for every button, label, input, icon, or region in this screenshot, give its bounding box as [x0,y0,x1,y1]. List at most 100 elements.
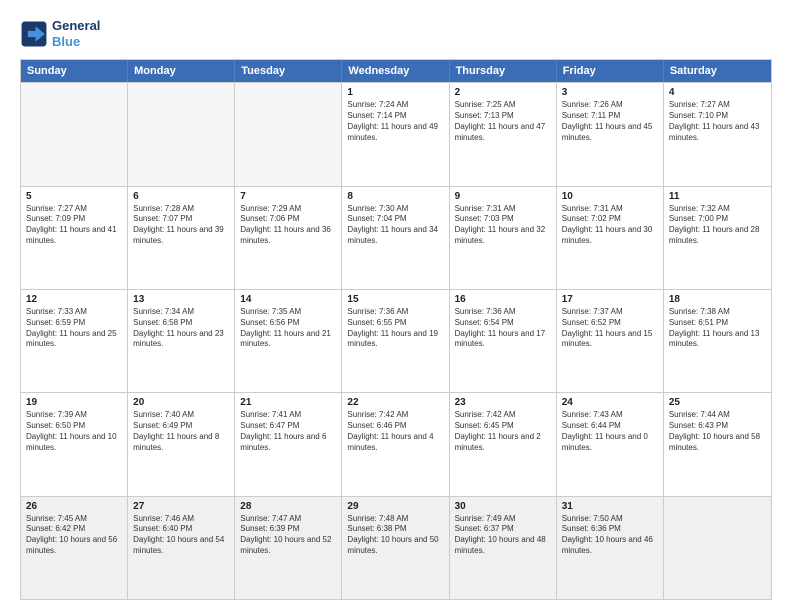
cell-info: Sunrise: 7:30 AMSunset: 7:04 PMDaylight:… [347,204,443,247]
cell-day-number: 20 [133,397,229,408]
cell-day-number: 7 [240,191,336,202]
calendar-cell: 13 Sunrise: 7:34 AMSunset: 6:58 PMDayligh… [128,290,235,392]
cell-day-number: 12 [26,294,122,305]
cell-day-number: 19 [26,397,122,408]
logo: General Blue [20,18,100,49]
cell-info: Sunrise: 7:36 AMSunset: 6:55 PMDaylight:… [347,307,443,350]
cell-day-number: 25 [669,397,766,408]
cell-day-number: 6 [133,191,229,202]
cell-day-number: 9 [455,191,551,202]
cell-info: Sunrise: 7:32 AMSunset: 7:00 PMDaylight:… [669,204,766,247]
calendar-cell: 2 Sunrise: 7:25 AMSunset: 7:13 PMDaylight… [450,83,557,185]
calendar-cell: 6 Sunrise: 7:28 AMSunset: 7:07 PMDaylight… [128,187,235,289]
cell-day-number: 26 [26,501,122,512]
cell-info: Sunrise: 7:29 AMSunset: 7:06 PMDaylight:… [240,204,336,247]
calendar-cell: 21Sunrise: 7:41 AMSunset: 6:47 PMDayligh… [235,393,342,495]
logo-text: General Blue [52,18,100,49]
cell-day-number: 15 [347,294,443,305]
cell-info: Sunrise: 7:27 AMSunset: 7:10 PMDaylight:… [669,100,766,143]
cell-info: Sunrise: 7:31 AMSunset: 7:02 PMDaylight:… [562,204,658,247]
calendar-cell: 5Sunrise: 7:27 AMSunset: 7:09 PMDaylight… [21,187,128,289]
cell-day-number: 24 [562,397,658,408]
cell-info: Sunrise: 7:25 AMSunset: 7:13 PMDaylight:… [455,100,551,143]
cell-day-number: 31 [562,501,658,512]
cell-day-number: 14 [240,294,336,305]
cell-info: Sunrise: 7:40 AMSunset: 6:49 PMDaylight:… [133,410,229,453]
cell-info: Sunrise: 7:45 AMSunset: 6:42 PMDaylight:… [26,514,122,557]
cell-info: Sunrise: 7:42 AMSunset: 6:45 PMDaylight:… [455,410,551,453]
cell-info: Sunrise: 7:31 AMSunset: 7:03 PMDaylight:… [455,204,551,247]
calendar-cell: 3Sunrise: 7:26 AMSunset: 7:11 PMDaylight… [557,83,664,185]
cell-info: Sunrise: 7:34 AMSunset: 6:58 PMDaylight:… [133,307,229,350]
cell-info: Sunrise: 7:24 AMSunset: 7:14 PMDaylight:… [347,100,443,143]
cell-day-number: 11 [669,191,766,202]
cell-day-number: 5 [26,191,122,202]
cell-day-number: 16 [455,294,551,305]
calendar-cell: 12 Sunrise: 7:33 AMSunset: 6:59 PMDayligh… [21,290,128,392]
day-header-sunday: Sunday [21,60,128,82]
day-headers: SundayMondayTuesdayWednesdayThursdayFrid… [21,60,771,82]
day-header-wednesday: Wednesday [342,60,449,82]
calendar-cell: 18 Sunrise: 7:38 AMSunset: 6:51 PMDayligh… [664,290,771,392]
calendar-cell: 15 Sunrise: 7:36 AMSunset: 6:55 PMDayligh… [342,290,449,392]
cell-info: Sunrise: 7:50 AMSunset: 6:36 PMDaylight:… [562,514,658,557]
cell-day-number: 10 [562,191,658,202]
cell-day-number: 18 [669,294,766,305]
day-header-monday: Monday [128,60,235,82]
logo-icon [20,20,48,48]
cell-day-number: 22 [347,397,443,408]
cell-day-number: 2 [455,87,551,98]
calendar-body: 1Sunrise: 7:24 AMSunset: 7:14 PMDaylight… [21,82,771,599]
cell-info: Sunrise: 7:42 AMSunset: 6:46 PMDaylight:… [347,410,443,453]
cell-day-number: 29 [347,501,443,512]
calendar-cell: 31 Sunrise: 7:50 AMSunset: 6:36 PMDayligh… [557,497,664,599]
calendar-cell [21,83,128,185]
cell-info: Sunrise: 7:36 AMSunset: 6:54 PMDaylight:… [455,307,551,350]
week-row-0: 1Sunrise: 7:24 AMSunset: 7:14 PMDaylight… [21,82,771,185]
calendar-cell: 17 Sunrise: 7:37 AMSunset: 6:52 PMDayligh… [557,290,664,392]
cell-info: Sunrise: 7:49 AMSunset: 6:37 PMDaylight:… [455,514,551,557]
calendar-cell: 9 Sunrise: 7:31 AMSunset: 7:03 PMDaylight… [450,187,557,289]
header: General Blue [20,18,772,49]
calendar-cell: 19 Sunrise: 7:39 AMSunset: 6:50 PMDayligh… [21,393,128,495]
calendar-cell: 1Sunrise: 7:24 AMSunset: 7:14 PMDaylight… [342,83,449,185]
calendar-cell: 4 Sunrise: 7:27 AMSunset: 7:10 PMDaylight… [664,83,771,185]
cell-info: Sunrise: 7:33 AMSunset: 6:59 PMDaylight:… [26,307,122,350]
cell-info: Sunrise: 7:37 AMSunset: 6:52 PMDaylight:… [562,307,658,350]
calendar-cell: 27Sunrise: 7:46 AMSunset: 6:40 PMDayligh… [128,497,235,599]
calendar-cell: 10 Sunrise: 7:31 AMSunset: 7:02 PMDayligh… [557,187,664,289]
cell-info: Sunrise: 7:43 AMSunset: 6:44 PMDaylight:… [562,410,658,453]
day-header-friday: Friday [557,60,664,82]
cell-info: Sunrise: 7:48 AMSunset: 6:38 PMDaylight:… [347,514,443,557]
calendar-cell: 30 Sunrise: 7:49 AMSunset: 6:37 PMDayligh… [450,497,557,599]
calendar-cell: 7 Sunrise: 7:29 AMSunset: 7:06 PMDaylight… [235,187,342,289]
cell-day-number: 4 [669,87,766,98]
cell-info: Sunrise: 7:39 AMSunset: 6:50 PMDaylight:… [26,410,122,453]
cell-info: Sunrise: 7:28 AMSunset: 7:07 PMDaylight:… [133,204,229,247]
calendar-cell: 25Sunrise: 7:44 AMSunset: 6:43 PMDayligh… [664,393,771,495]
cell-day-number: 8 [347,191,443,202]
cell-info: Sunrise: 7:46 AMSunset: 6:40 PMDaylight:… [133,514,229,557]
cell-day-number: 17 [562,294,658,305]
calendar-cell: 16 Sunrise: 7:36 AMSunset: 6:54 PMDayligh… [450,290,557,392]
day-header-thursday: Thursday [450,60,557,82]
week-row-3: 19 Sunrise: 7:39 AMSunset: 6:50 PMDayligh… [21,392,771,495]
cell-info: Sunrise: 7:38 AMSunset: 6:51 PMDaylight:… [669,307,766,350]
page: General Blue SundayMondayTuesdayWednesda… [0,0,792,612]
calendar-cell: 20 Sunrise: 7:40 AMSunset: 6:49 PMDayligh… [128,393,235,495]
calendar-cell: 11 Sunrise: 7:32 AMSunset: 7:00 PMDayligh… [664,187,771,289]
calendar-cell: 22 Sunrise: 7:42 AMSunset: 6:46 PMDayligh… [342,393,449,495]
calendar-cell: 26 Sunrise: 7:45 AMSunset: 6:42 PMDayligh… [21,497,128,599]
cell-day-number: 13 [133,294,229,305]
cell-day-number: 30 [455,501,551,512]
cell-day-number: 23 [455,397,551,408]
calendar-cell [235,83,342,185]
calendar-cell: 28Sunrise: 7:47 AMSunset: 6:39 PMDayligh… [235,497,342,599]
cell-info: Sunrise: 7:26 AMSunset: 7:11 PMDaylight:… [562,100,658,143]
calendar-cell: 14Sunrise: 7:35 AMSunset: 6:56 PMDayligh… [235,290,342,392]
cell-day-number: 21 [240,397,336,408]
week-row-2: 12 Sunrise: 7:33 AMSunset: 6:59 PMDayligh… [21,289,771,392]
calendar-cell: 8 Sunrise: 7:30 AMSunset: 7:04 PMDaylight… [342,187,449,289]
calendar-cell [128,83,235,185]
cell-day-number: 28 [240,501,336,512]
